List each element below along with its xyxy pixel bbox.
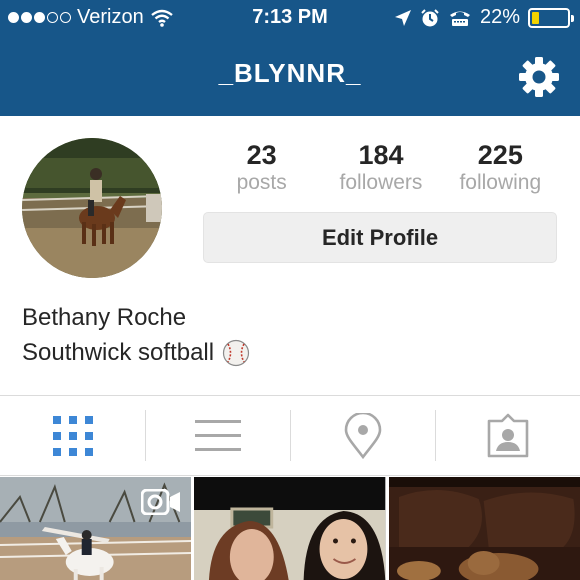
gear-icon[interactable]	[518, 56, 560, 98]
baseball-icon	[222, 339, 250, 367]
grid-icon	[52, 415, 93, 456]
profile-stats: 23 posts 184 followers 225 following	[202, 140, 560, 195]
profile-view-tabs	[0, 395, 580, 476]
alarm-icon	[421, 8, 439, 26]
following-count: 225	[477, 140, 523, 170]
post-thumbnail[interactable]	[194, 477, 386, 580]
location-arrow-icon	[394, 9, 411, 26]
posts-count: 23	[246, 140, 277, 170]
followers-label: followers	[339, 171, 423, 194]
location-pin-icon	[344, 412, 381, 459]
status-bar: Verizon 7:13 PM 22%	[0, 0, 580, 38]
stat-following[interactable]: 225 following	[441, 140, 560, 195]
status-indicators: 22%	[394, 6, 574, 29]
battery-icon	[528, 7, 574, 28]
tab-map-view[interactable]	[290, 396, 435, 475]
avatar-photo	[22, 138, 162, 278]
bio-text: Southwick softball	[22, 339, 215, 366]
top-bar: Verizon 7:13 PM 22% _BLYNNR_	[0, 0, 580, 116]
stat-followers[interactable]: 184 followers	[321, 140, 440, 195]
tagged-person-icon	[487, 413, 528, 457]
list-icon	[194, 419, 241, 451]
profile-username: _BLYNNR_	[218, 58, 362, 88]
video-camera-icon	[141, 489, 181, 515]
profile-bio: Southwick softball	[22, 339, 250, 367]
tab-tagged-photos[interactable]	[435, 396, 580, 475]
post-dog-couch-image	[388, 477, 580, 580]
followers-count: 184	[358, 140, 404, 170]
edit-profile-button[interactable]: Edit Profile	[203, 212, 557, 263]
battery-level	[532, 11, 539, 24]
tab-list-view[interactable]	[145, 396, 290, 475]
post-selfie-image	[194, 477, 386, 580]
stat-posts[interactable]: 23 posts	[202, 140, 321, 195]
tab-grid-view[interactable]	[0, 396, 145, 475]
posts-grid	[0, 477, 580, 580]
battery-percent: 22%	[479, 6, 520, 28]
profile-name: Bethany Roche	[22, 304, 187, 331]
avatar[interactable]	[22, 138, 162, 278]
post-thumbnail[interactable]	[0, 477, 192, 580]
tty-icon	[449, 11, 470, 26]
post-thumbnail[interactable]	[388, 477, 580, 580]
following-label: following	[459, 171, 542, 194]
posts-label: posts	[236, 171, 287, 194]
